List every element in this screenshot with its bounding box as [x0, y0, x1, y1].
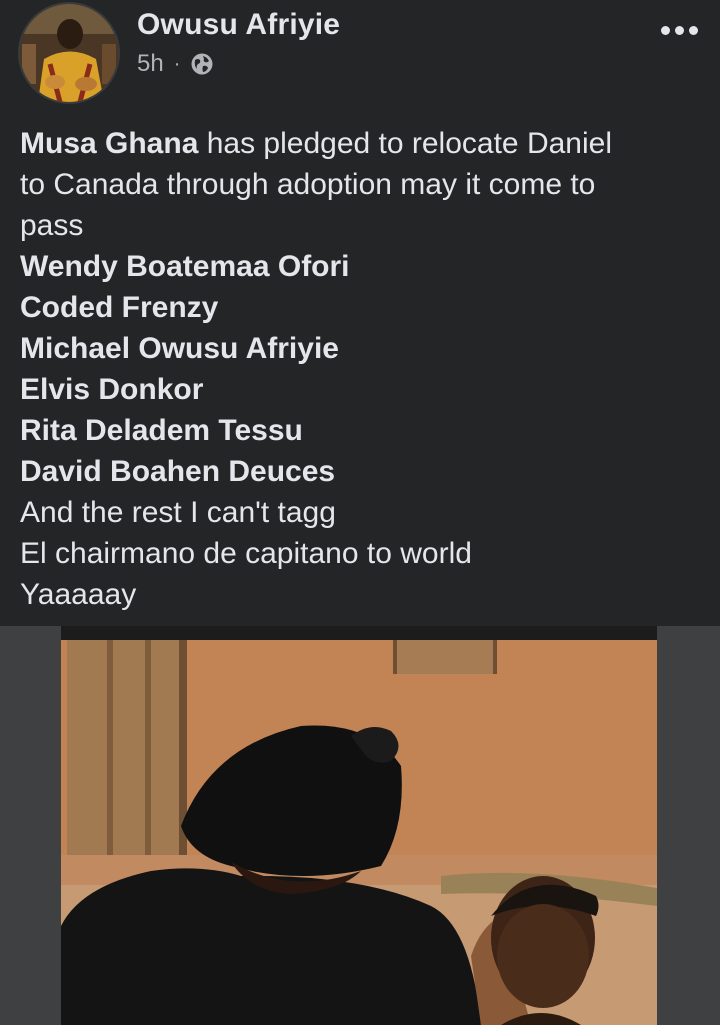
post-header: Owusu Afriyie 5h · — [0, 0, 720, 110]
avatar-photo — [20, 4, 118, 102]
tagged-name[interactable]: Wendy Boatemaa Ofori — [20, 246, 705, 287]
post-text: Musa Ghana has pledged to relocate Danie… — [20, 123, 705, 615]
more-dot — [675, 26, 684, 35]
text-line: pass — [20, 209, 84, 242]
author-name[interactable]: Owusu Afriyie — [137, 8, 340, 42]
tagged-name[interactable]: Musa Ghana — [20, 127, 198, 160]
meta-separator: · — [173, 52, 181, 75]
tagged-name[interactable]: Michael Owusu Afriyie — [20, 328, 705, 369]
text-fragment: has pledged to relocate Daniel — [198, 127, 612, 160]
post-meta: 5h · — [137, 50, 214, 78]
text-line: Yaaaaay — [20, 578, 137, 611]
globe-icon — [191, 53, 213, 75]
tagged-name[interactable]: Coded Frenzy — [20, 287, 705, 328]
more-dot — [689, 26, 698, 35]
text-line: to Canada through adoption may it come t… — [20, 168, 596, 201]
post-photo-container[interactable] — [0, 626, 720, 1025]
more-options-icon[interactable] — [661, 26, 698, 35]
author-avatar[interactable] — [18, 2, 120, 104]
post-photo[interactable] — [61, 626, 657, 1025]
tagged-name[interactable]: David Boahen Deuces — [20, 451, 705, 492]
post-timestamp[interactable]: 5h — [137, 50, 164, 78]
text-line: Musa Ghana has pledged to relocate Danie… — [20, 123, 705, 164]
tagged-name[interactable]: Rita Deladem Tessu — [20, 410, 705, 451]
photo-illustration — [61, 626, 657, 1025]
tagged-name[interactable]: Elvis Donkor — [20, 369, 705, 410]
more-dot — [661, 26, 670, 35]
text-line: And the rest I can't tagg — [20, 496, 336, 529]
facebook-post: Owusu Afriyie 5h · Musa Ghana has pledge… — [0, 0, 720, 1025]
text-line: El chairmano de capitano to world — [20, 537, 472, 570]
